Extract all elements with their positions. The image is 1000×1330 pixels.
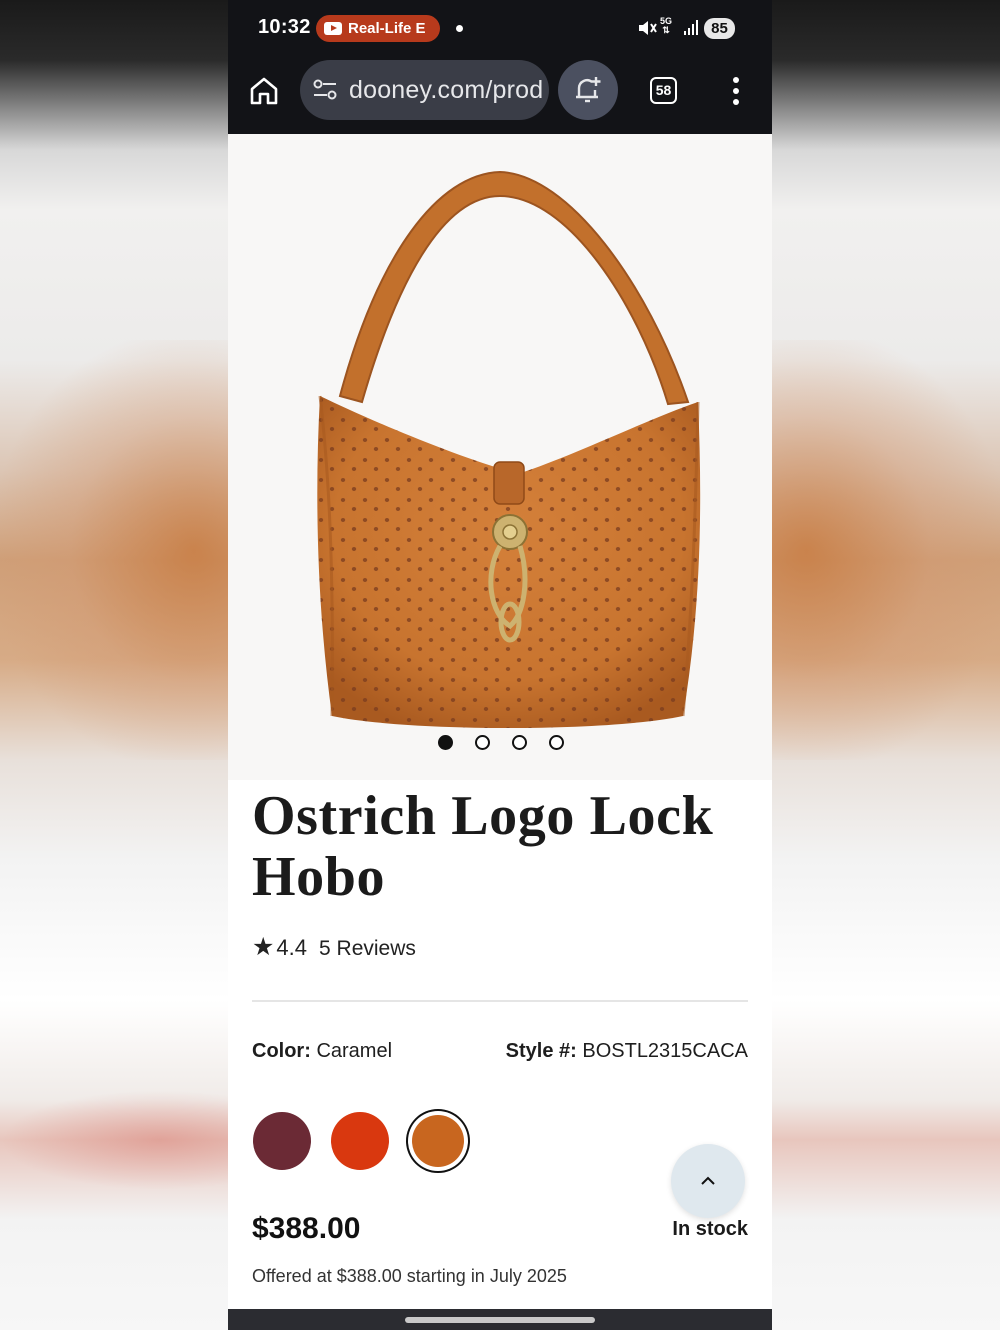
- signal-icon: [684, 20, 698, 35]
- color-label: Color:: [252, 1040, 311, 1062]
- phone-screen: 10:32 Real-Life E 5G ⇅ 85 dooney.com/pro…: [228, 0, 772, 1330]
- star-icon: ★: [252, 933, 275, 961]
- color-info: Color: Caramel: [252, 1040, 392, 1063]
- mute-icon: [639, 21, 657, 35]
- color-swatches: [252, 1111, 468, 1171]
- color-swatch-fill: [412, 1115, 464, 1167]
- tune-icon[interactable]: [312, 77, 338, 103]
- status-bar: 10:32 Real-Life E 5G ⇅ 85: [228, 0, 772, 58]
- offer-note: Offered at $388.00 starting in July 2025: [252, 1266, 567, 1286]
- network-indicator: 5G ⇅: [660, 16, 673, 35]
- browser-toolbar: dooney.com/prod 58: [228, 58, 772, 134]
- background-blur-right: [772, 340, 1000, 760]
- gesture-handle[interactable]: [405, 1317, 595, 1323]
- youtube-icon: [324, 22, 342, 35]
- carousel-dot[interactable]: [512, 735, 527, 750]
- color-swatch[interactable]: [330, 1111, 390, 1171]
- chevron-up-icon: [701, 1176, 715, 1185]
- style-value: BOSTL2315CACA: [582, 1040, 748, 1062]
- product-image: [317, 170, 701, 728]
- color-swatch[interactable]: [408, 1111, 468, 1171]
- divider: [252, 1000, 748, 1002]
- stock-status: In stock: [672, 1218, 748, 1240]
- carousel-dot[interactable]: [475, 735, 490, 750]
- rating-row[interactable]: ★ 4.4 5 Reviews: [252, 932, 416, 962]
- system-nav-bar: [228, 1309, 772, 1330]
- style-label: Style #:: [505, 1040, 577, 1062]
- tab-switcher-button[interactable]: 58: [650, 77, 677, 104]
- product-price: $388.00: [252, 1212, 361, 1245]
- color-swatch[interactable]: [252, 1111, 312, 1171]
- color-swatch-fill: [331, 1112, 389, 1170]
- network-label: 5G: [660, 16, 673, 26]
- notification-pill-text: Real-Life E: [348, 20, 426, 37]
- carousel-dot[interactable]: [438, 735, 453, 750]
- carousel-dot[interactable]: [549, 735, 564, 750]
- reviews-link[interactable]: 5 Reviews: [319, 937, 416, 961]
- carousel-dots: [438, 735, 564, 750]
- background-blur-left: [0, 340, 228, 760]
- product-title: Ostrich Logo Lock Hobo: [252, 785, 714, 908]
- scroll-to-top-button[interactable]: [671, 1144, 745, 1218]
- home-icon[interactable]: [248, 75, 280, 107]
- status-time: 10:32: [258, 16, 311, 38]
- notification-add-icon: [576, 77, 601, 103]
- product-image-carousel[interactable]: [228, 134, 772, 780]
- style-info: Style #: BOSTL2315CACA: [506, 1040, 748, 1063]
- color-swatch-fill: [253, 1112, 311, 1170]
- notification-dot: [456, 25, 463, 32]
- add-notification-button[interactable]: [558, 60, 618, 120]
- more-vert-icon[interactable]: [726, 75, 746, 107]
- url-text: dooney.com/prod: [349, 75, 544, 104]
- background-blur-bottom-left: [0, 1090, 228, 1190]
- battery-indicator: 85: [704, 18, 735, 39]
- rating-value: 4.4: [276, 935, 308, 960]
- youtube-notification-pill[interactable]: Real-Life E: [316, 15, 440, 42]
- color-value: Caramel: [316, 1040, 393, 1062]
- address-bar[interactable]: dooney.com/prod: [300, 60, 549, 120]
